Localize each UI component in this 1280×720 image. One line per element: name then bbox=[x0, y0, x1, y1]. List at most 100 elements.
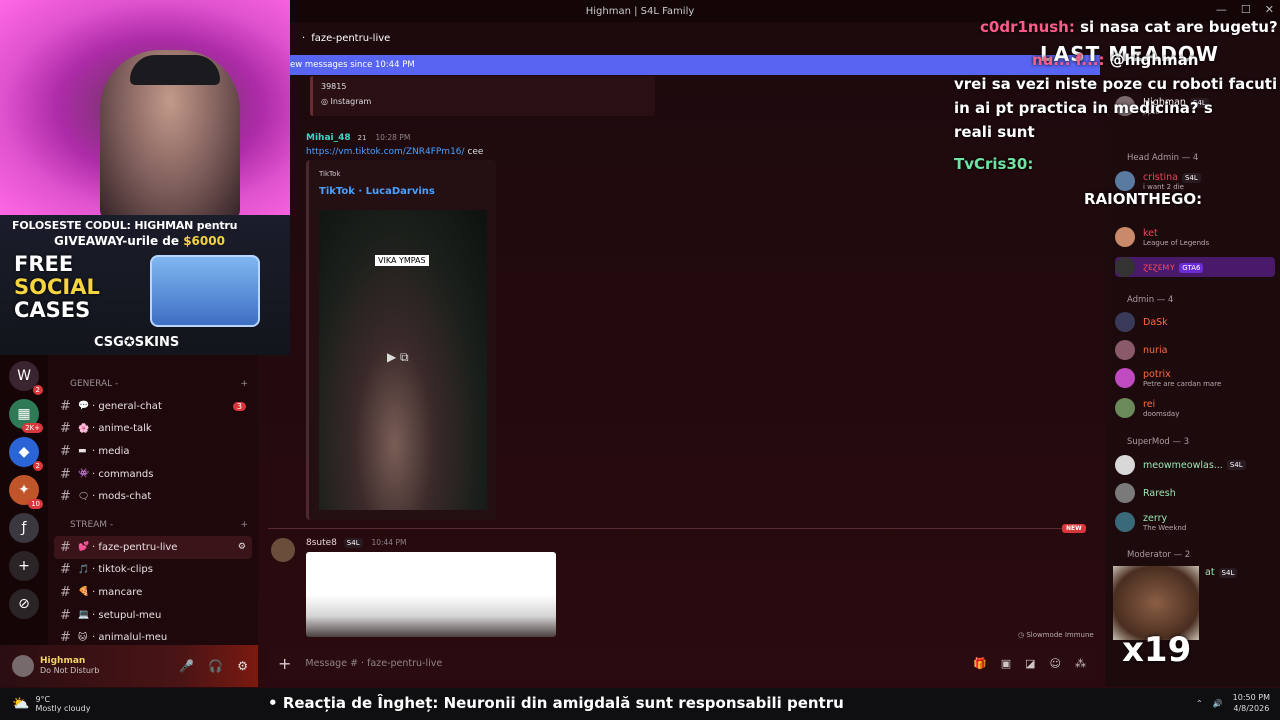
add-channel-icon[interactable]: + bbox=[240, 379, 248, 389]
brand-logo: CSG✪SKINS bbox=[94, 335, 180, 350]
member-item[interactable]: potrix Petre are cardan mare bbox=[1115, 368, 1221, 388]
member-item[interactable]: rei doomsday bbox=[1115, 398, 1179, 418]
message-author[interactable]: Mihai_48 bbox=[306, 133, 351, 143]
message-header: Mihai_48 21 10:28 PM bbox=[306, 133, 410, 143]
new-messages-bar[interactable]: ew messages since 10:44 PM bbox=[290, 55, 1100, 75]
embed-provider: ◎ Instagram bbox=[321, 97, 372, 106]
microphone-icon[interactable]: 🎤 bbox=[179, 659, 194, 673]
sponsor-banner: FOLOSESTE CODUL: HIGHMAN pentru GIVEAWAY… bbox=[0, 215, 290, 355]
sticker-icon[interactable]: ◪ bbox=[1025, 657, 1035, 670]
hash-icon: # bbox=[60, 466, 71, 482]
member-item[interactable]: Raresh bbox=[1115, 483, 1176, 503]
server-icon[interactable]: ✦ 10 bbox=[9, 475, 43, 509]
news-ticker: • Reacția de Îngheț: Neuronii din amigda… bbox=[268, 694, 844, 712]
video-caption: VIKA YMPAS bbox=[375, 255, 429, 266]
hash-icon: # bbox=[60, 630, 71, 646]
video-thumbnail[interactable]: VIKA YMPAS ▶ ⧉ bbox=[319, 210, 487, 510]
channel-name: faze-pentru-live bbox=[311, 32, 391, 44]
emote-multiplier: x19 bbox=[1122, 630, 1192, 670]
message-time: 10:44 PM bbox=[371, 538, 407, 547]
server-icon[interactable]: ƒ bbox=[9, 513, 39, 543]
user-info[interactable]: Highman Do Not Disturb bbox=[40, 656, 99, 676]
member-group-title: Moderator — 2 bbox=[1127, 550, 1191, 560]
channel-commands[interactable]: # 👾 · commands bbox=[48, 463, 258, 486]
settings-icon[interactable]: ⚙ bbox=[238, 542, 246, 552]
system-tray: ⌃ 🔊 10:50 PM 4/8/2026 bbox=[1196, 692, 1270, 714]
window-title: Highman | S4L Family bbox=[585, 5, 695, 17]
tiktok-embed: TikTok TikTok · LucaDarvins VIKA YMPAS ▶… bbox=[306, 160, 496, 520]
webcam-overlay bbox=[0, 0, 290, 215]
maximize-icon[interactable]: ☐ bbox=[1241, 3, 1251, 16]
server-icon[interactable]: W2 bbox=[9, 361, 43, 395]
message-image[interactable] bbox=[306, 552, 556, 637]
add-attachment-icon[interactable]: + bbox=[278, 654, 291, 673]
channel-media[interactable]: # ▬ · media bbox=[48, 440, 258, 463]
message-body: https://vm.tiktok.com/ZNR4FPm16/ cee bbox=[306, 147, 483, 157]
close-icon[interactable]: ✕ bbox=[1265, 3, 1274, 16]
hash-icon: # bbox=[60, 421, 71, 437]
member-item[interactable]: zerry The Weeknd bbox=[1115, 512, 1186, 532]
hash-icon: # bbox=[60, 584, 71, 600]
stream-chat-line: reali sunt bbox=[954, 123, 1035, 141]
discover-icon[interactable]: ⊘ bbox=[9, 589, 39, 619]
member-group-title: Admin — 4 bbox=[1127, 295, 1174, 305]
channel-mancare[interactable]: # 🍕 · mancare bbox=[48, 581, 258, 604]
apps-icon[interactable]: ⁂ bbox=[1075, 657, 1086, 670]
hash-icon: # bbox=[60, 539, 71, 555]
channel-setupul-meu[interactable]: # 💻 · setupul-meu bbox=[48, 604, 258, 627]
stream-chat-line: TvCris30: bbox=[954, 155, 1034, 173]
message-input[interactable]: Message # · faze-pentru-live bbox=[305, 658, 442, 669]
channel-faze-pentru-live[interactable]: # 💕 · faze-pentru-live ⚙ bbox=[54, 535, 252, 559]
headphones-icon[interactable]: 🎧 bbox=[208, 659, 223, 673]
gift-icon[interactable]: 🎁 bbox=[973, 657, 987, 670]
member-item[interactable]: nuria bbox=[1115, 340, 1167, 360]
emoji-icon[interactable]: ☺ bbox=[1050, 657, 1061, 670]
message-composer[interactable]: + Message # · faze-pentru-live 🎁 ▣ ◪ ☺ ⁂ bbox=[268, 646, 1098, 680]
message-text: cee bbox=[467, 147, 484, 157]
member-item[interactable]: meowmeowlas... S4L bbox=[1115, 455, 1246, 475]
meme-image bbox=[1113, 566, 1199, 640]
hash-icon: # bbox=[60, 562, 71, 578]
new-messages-divider bbox=[268, 528, 1083, 529]
play-icon[interactable]: ▶ ⧉ bbox=[387, 350, 409, 365]
channel-tiktok-clips[interactable]: # 🎵 · tiktok-clips bbox=[48, 559, 258, 582]
message-time: 10:28 PM bbox=[375, 133, 411, 142]
channel-list: GENERAL - + # 💬 · general-chat 3 # 🌸 · anime-t… bbox=[48, 355, 258, 645]
composer-icons: 🎁 ▣ ◪ ☺ ⁂ bbox=[973, 657, 1086, 670]
member-item[interactable]: DaSk bbox=[1115, 312, 1168, 332]
promo-code-text: FOLOSESTE CODUL: HIGHMAN pentru bbox=[12, 219, 238, 232]
minimize-icon[interactable]: — bbox=[1216, 3, 1227, 16]
add-server-icon[interactable]: + bbox=[9, 551, 39, 581]
clock[interactable]: 10:50 PM 4/8/2026 bbox=[1233, 692, 1270, 714]
member-item[interactable]: ket League of Legends bbox=[1115, 227, 1209, 247]
add-channel-icon[interactable]: + bbox=[240, 520, 248, 530]
chevron-up-icon[interactable]: ⌃ bbox=[1196, 699, 1203, 708]
member-group-title: SuperMod — 3 bbox=[1127, 437, 1190, 447]
channel-general-chat[interactable]: # 💬 · general-chat 3 bbox=[48, 395, 258, 418]
message-link[interactable]: https://vm.tiktok.com/ZNR4FPm16/ bbox=[306, 147, 465, 157]
member-item[interactable]: at S4L bbox=[1205, 567, 1238, 578]
category-stream[interactable]: STREAM - + bbox=[48, 514, 258, 536]
stream-chat-line: vrei sa vezi niste poze cu roboti facuti bbox=[954, 75, 1278, 93]
message-author[interactable]: 8sute8 bbox=[306, 538, 337, 548]
stream-chat-line: in ai pt practica in medicina? s bbox=[954, 99, 1213, 117]
channel-mods-chat[interactable]: # 🗨 · mods-chat bbox=[48, 485, 258, 508]
weather-widget[interactable]: ⛅ 9°C Mostly cloudy bbox=[12, 695, 90, 713]
avatar[interactable] bbox=[12, 655, 34, 677]
gear-icon[interactable]: ⚙ bbox=[237, 659, 248, 673]
member-group-title: Head Admin — 4 bbox=[1127, 153, 1199, 163]
member-item[interactable]: cristina S4L i want 2 die bbox=[1115, 171, 1201, 191]
category-general[interactable]: GENERAL - + bbox=[48, 373, 258, 395]
server-icon[interactable]: ◆ 2 bbox=[9, 437, 43, 471]
slowmode-indicator: ◷ Slowmode Immune bbox=[1018, 631, 1094, 639]
member-item[interactable]: ɀᴇɀᴇᴍʏ GTA6 bbox=[1115, 257, 1275, 277]
embed-title[interactable]: TikTok · LucaDarvins bbox=[319, 186, 435, 197]
gif-icon[interactable]: ▣ bbox=[1001, 657, 1011, 670]
server-icon[interactable]: ▦ 2K+ bbox=[9, 399, 43, 433]
speaker-icon[interactable]: 🔊 bbox=[1213, 699, 1223, 708]
new-badge: NEW bbox=[1062, 524, 1086, 533]
user-controls: 🎤 🎧 ⚙ bbox=[179, 659, 248, 673]
embed-provider: TikTok bbox=[319, 170, 341, 178]
avatar[interactable] bbox=[271, 538, 295, 562]
channel-anime-talk[interactable]: # 🌸 · anime-talk bbox=[48, 418, 258, 441]
